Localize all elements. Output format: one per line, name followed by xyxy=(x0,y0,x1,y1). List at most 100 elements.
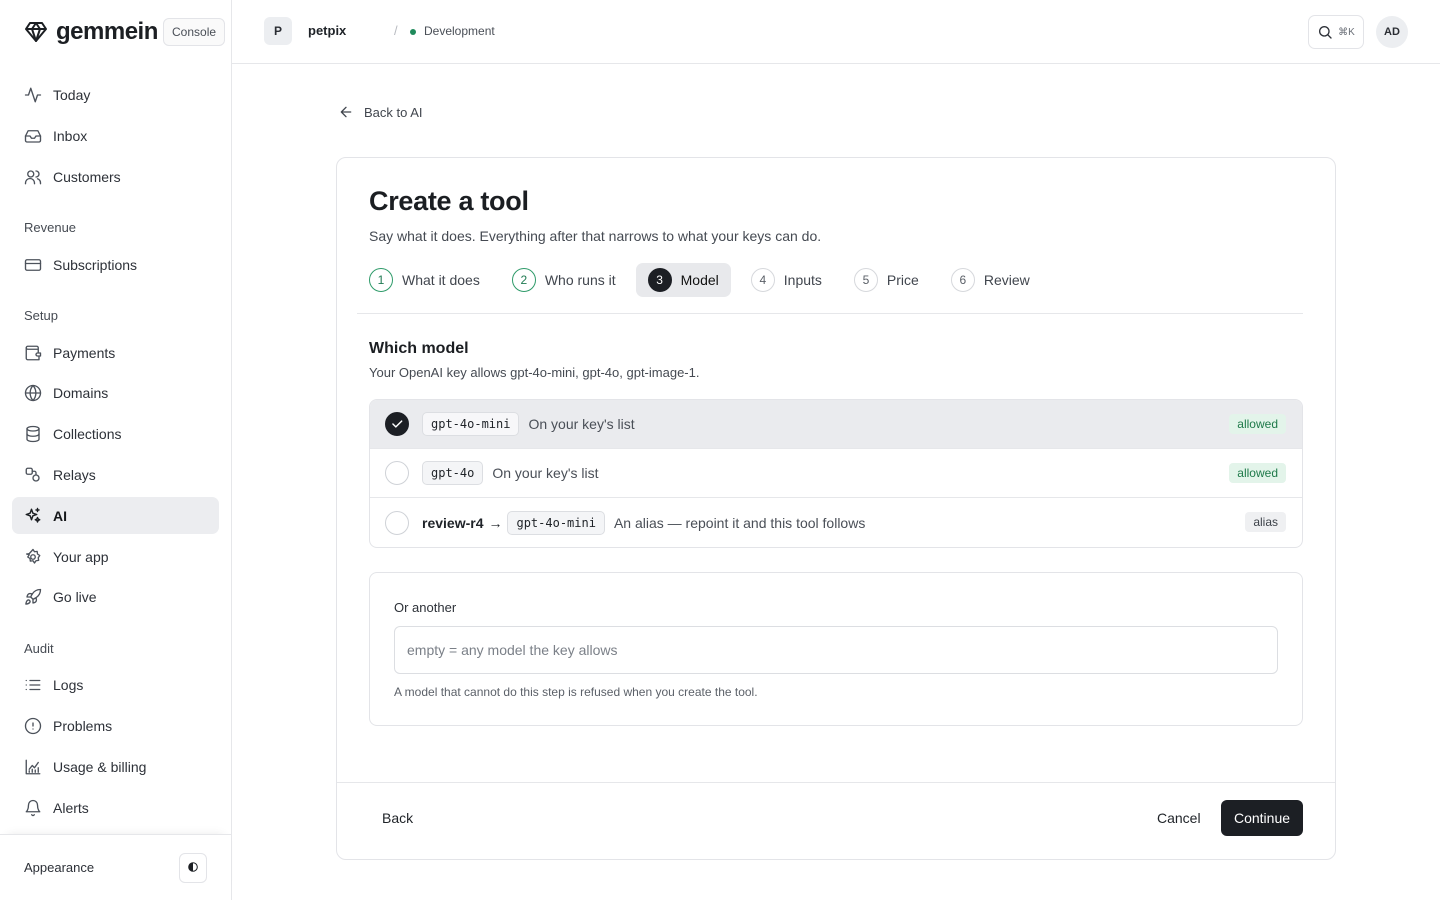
check-icon xyxy=(390,417,404,431)
sidebar-item-ai[interactable]: AI xyxy=(12,497,219,534)
search-shortcut: ⌘K xyxy=(1338,26,1355,38)
page-subtitle: Say what it does. Everything after that … xyxy=(369,228,822,244)
other-model-input[interactable] xyxy=(394,626,1278,674)
inbox-icon xyxy=(24,127,42,145)
back-button[interactable]: Back xyxy=(370,800,425,836)
step-number: 5 xyxy=(853,268,878,292)
users-icon xyxy=(24,168,42,186)
sidebar-item-label: Your app xyxy=(53,548,109,565)
model-option-gpt-4o[interactable]: gpt-4o On your key's list allowed xyxy=(370,449,1302,498)
sidebar-item-label: Domains xyxy=(53,384,109,401)
step-number: 1 xyxy=(369,268,393,292)
brand-name: gemmein xyxy=(56,18,158,45)
sidebar-item-label: Relays xyxy=(53,466,96,483)
environment-name[interactable]: Development xyxy=(424,24,495,38)
section-label-revenue: Revenue xyxy=(24,220,77,235)
search-icon xyxy=(1317,24,1333,40)
sidebar-item-payments[interactable]: Payments xyxy=(12,334,219,371)
sidebar-item-subscriptions[interactable]: Subscriptions xyxy=(12,246,219,283)
step-review[interactable]: 6 Review xyxy=(939,263,1042,297)
step-what-it-does[interactable]: 1 What it does xyxy=(369,263,492,297)
project-name[interactable]: petpix xyxy=(308,23,346,38)
radio-unselected[interactable] xyxy=(385,461,409,485)
step-inputs[interactable]: 4 Inputs xyxy=(739,263,834,297)
sidebar-item-label: Logs xyxy=(53,676,84,693)
step-price[interactable]: 5 Price xyxy=(842,263,931,297)
sidebar-item-domains[interactable]: Domains xyxy=(12,374,219,411)
database-icon xyxy=(24,425,42,443)
sidebar-item-collections[interactable]: Collections xyxy=(12,415,219,452)
status-badge: allowed xyxy=(1229,414,1286,434)
sidebar-item-relays[interactable]: Relays xyxy=(12,456,219,493)
status-badge: allowed xyxy=(1229,463,1286,483)
sidebar-item-today[interactable]: Today xyxy=(12,76,219,113)
model-description: An alias — repoint it and this tool foll… xyxy=(613,514,866,531)
model-option-review-r4[interactable]: review-r4 → gpt-4o-mini An alias — repoi… xyxy=(370,498,1302,547)
model-code: gpt-4o xyxy=(422,461,484,485)
back-to-ai-link[interactable]: Back to AI xyxy=(338,104,423,120)
sidebar-item-label: Alerts xyxy=(53,799,89,816)
alert-circle-icon xyxy=(24,717,42,735)
sidebar-item-inbox[interactable]: Inbox xyxy=(12,117,219,154)
create-tool-card: Create a tool Say what it does. Everythi… xyxy=(336,157,1336,860)
model-code: gpt-4o-mini xyxy=(422,412,520,436)
sidebar-item-usage-billing[interactable]: Usage & billing xyxy=(12,748,219,785)
sidebar-item-label: Customers xyxy=(53,168,121,185)
arrow-right-icon: → xyxy=(488,514,503,531)
search-button[interactable]: ⌘K xyxy=(1308,15,1364,49)
section-help: Your OpenAI key allows gpt-4o-mini, gpt-… xyxy=(369,365,700,380)
rocket-icon xyxy=(24,588,42,606)
environment-status-dot xyxy=(410,29,416,35)
sidebar-item-label: Subscriptions xyxy=(53,256,138,273)
topbar: P petpix / Development ⌘K AD xyxy=(232,0,1440,64)
step-number: 6 xyxy=(950,268,975,292)
sidebar-item-label: Collections xyxy=(53,425,122,442)
sidebar-item-logs[interactable]: Logs xyxy=(12,666,219,703)
user-avatar[interactable]: AD xyxy=(1376,16,1408,48)
model-description: On your key's list xyxy=(528,416,635,432)
sidebar-item-alerts[interactable]: Alerts xyxy=(12,789,219,826)
continue-button[interactable]: Continue xyxy=(1221,800,1303,836)
wallet-icon xyxy=(24,344,42,362)
other-model-label: Or another xyxy=(394,600,457,615)
project-avatar[interactable]: P xyxy=(264,17,292,45)
sidebar-item-problems[interactable]: Problems xyxy=(12,707,219,744)
back-link-label: Back to AI xyxy=(364,104,423,120)
sidebar-item-label: Go live xyxy=(53,588,97,605)
step-number: 4 xyxy=(750,268,775,292)
step-number: 3 xyxy=(647,268,672,292)
sidebar-item-go-live[interactable]: Go live xyxy=(12,578,219,615)
arrow-left-icon xyxy=(338,104,364,120)
half-circle-icon xyxy=(188,859,198,877)
step-who-runs-it[interactable]: 2 Who runs it xyxy=(500,263,628,297)
sidebar-item-label: Today xyxy=(53,86,91,103)
sidebar-item-your-app[interactable]: Your app xyxy=(12,538,219,575)
bell-icon xyxy=(24,799,42,817)
chart-icon xyxy=(24,758,42,776)
activity-icon xyxy=(24,86,42,104)
model-option-gpt-4o-mini[interactable]: gpt-4o-mini On your key's list allowed xyxy=(370,400,1302,449)
console-badge[interactable]: Console xyxy=(163,18,226,46)
radio-selected[interactable] xyxy=(385,412,409,436)
sidebar-footer: Appearance xyxy=(0,834,231,900)
other-model-box: Or another A model that cannot do this s… xyxy=(369,572,1303,726)
sidebar-item-customers[interactable]: Customers xyxy=(12,158,219,195)
list-icon xyxy=(24,676,42,694)
sidebar-item-label: AI xyxy=(53,507,67,524)
page-title: Create a tool xyxy=(369,186,529,216)
relay-icon xyxy=(24,466,42,484)
section-label-setup: Setup xyxy=(24,308,58,323)
sidebar-item-label: Payments xyxy=(53,344,116,361)
sidebar-item-label: Usage & billing xyxy=(53,758,147,775)
step-label: Price xyxy=(886,272,919,288)
step-label: Model xyxy=(680,272,719,288)
theme-toggle-button[interactable] xyxy=(179,852,207,883)
stepper: 1 What it does 2 Who runs it 3 Model 4 I… xyxy=(369,263,1050,297)
step-model[interactable]: 3 Model xyxy=(635,263,731,297)
model-description: On your key's list xyxy=(492,465,599,481)
radio-unselected[interactable] xyxy=(385,510,409,535)
brand[interactable]: gemmein xyxy=(24,18,158,46)
status-badge: alias xyxy=(1245,512,1286,532)
cancel-button[interactable]: Cancel xyxy=(1145,800,1213,836)
card-footer: Back Cancel Continue xyxy=(337,782,1335,860)
